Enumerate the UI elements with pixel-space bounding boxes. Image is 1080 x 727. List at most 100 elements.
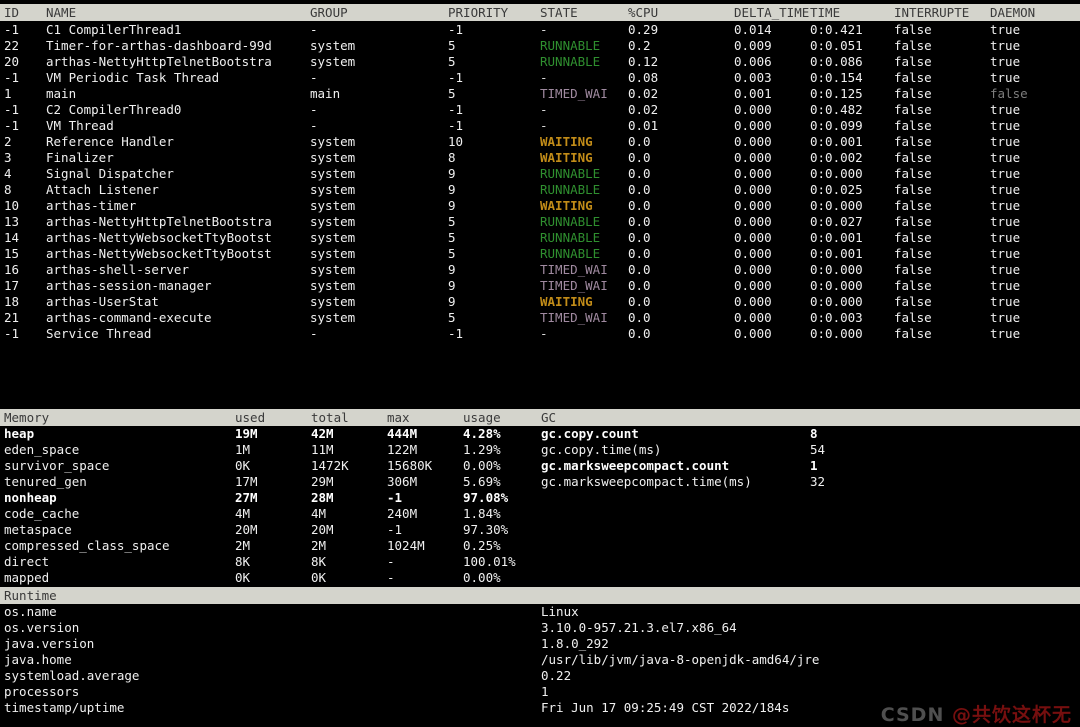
thread-row[interactable]: 8 Attach Listener system 9 RUNNABLE 0.0 0.000 0… <box>0 182 1080 198</box>
thread-cell-cpu: 0.0 <box>628 246 651 261</box>
thread-row[interactable]: 18 arthas-UserStat system 9 WAITING 0.0 0.000 0… <box>0 294 1080 310</box>
thread-row[interactable]: -1 C1 CompilerThread1 - -1 - 0.29 0.014 0:0.421… <box>0 22 1080 38</box>
thread-cell-group: system <box>310 230 356 245</box>
thread-cell-time: 0:0.421 <box>810 22 863 37</box>
memory-cell-total: 28M <box>311 490 334 505</box>
thread-cell-interrupt: false <box>894 198 932 213</box>
thread-cell-delta: 0.000 <box>734 182 772 197</box>
thread-cell-time: 0:0.482 <box>810 102 863 117</box>
thread-row[interactable]: 1 main main 5 TIMED_WAI 0.02 0.001 0:0.125 false… <box>0 86 1080 102</box>
thread-cell-name: Signal Dispatcher <box>46 166 174 181</box>
thread-cell-state: WAITING <box>540 134 593 149</box>
memory-row: eden_space 1M 11M 122M 1.29% gc.copy.time(ms)… <box>0 442 1080 458</box>
thread-cell-time: 0:0.099 <box>810 118 863 133</box>
memory-cell-usage: 1.84% <box>463 506 501 521</box>
thread-row[interactable]: 3 Finalizer system 8 WAITING 0.0 0.000 0:0.002 f… <box>0 150 1080 166</box>
thread-cell-delta: 0.009 <box>734 38 772 53</box>
thread-cell-daemon: true <box>990 246 1021 261</box>
memory-cell-usage: 97.30% <box>463 522 509 537</box>
thread-row[interactable]: 17 arthas-session-manager system 9 TIMED_WAI… <box>0 278 1080 294</box>
memory-col-header-max: max <box>387 410 410 425</box>
thread-row[interactable]: 16 arthas-shell-server system 9 TIMED_WAI 0.0… <box>0 262 1080 278</box>
memory-cell-total: 11M <box>311 442 334 457</box>
thread-row[interactable]: 20 arthas-NettyHttpTelnetBootstra system 5 R… <box>0 54 1080 70</box>
thread-cell-cpu: 0.0 <box>628 166 651 181</box>
csdn-watermark: CSDN @共饮这杯无 <box>881 706 1072 725</box>
thread-cell-daemon: true <box>990 294 1021 309</box>
thread-col-header-interrupt: INTERRUPTE <box>894 5 970 20</box>
thread-cell-state: WAITING <box>540 294 593 309</box>
thread-cell-cpu: 0.0 <box>628 182 651 197</box>
thread-cell-cpu: 0.0 <box>628 262 651 277</box>
thread-cell-id: 14 <box>4 230 20 245</box>
memory-cell-name: heap <box>4 426 35 441</box>
thread-cell-priority: 5 <box>448 246 456 261</box>
thread-cell-time: 0:0.001 <box>810 134 863 149</box>
thread-cell-id: -1 <box>4 70 20 85</box>
thread-row[interactable]: 21 arthas-command-execute system 5 TIMED_WAI… <box>0 310 1080 326</box>
thread-cell-id: 16 <box>4 262 20 277</box>
memory-cell-max: 1024M <box>387 538 425 553</box>
thread-cell-id: -1 <box>4 102 20 117</box>
thread-cell-id: 1 <box>4 86 12 101</box>
thread-cell-delta: 0.000 <box>734 278 772 293</box>
thread-col-header-state: STATE <box>540 5 578 20</box>
thread-cell-name: C1 CompilerThread1 <box>46 22 182 37</box>
thread-row[interactable]: -1 Service Thread - -1 - 0.0 0.000 0:0.000 false… <box>0 326 1080 342</box>
memory-cell-name: direct <box>4 554 50 569</box>
thread-cell-interrupt: false <box>894 118 932 133</box>
runtime-row: os.name Linux <box>0 604 1080 620</box>
thread-cell-state: TIMED_WAI <box>540 278 608 293</box>
thread-cell-time: 0:0.001 <box>810 230 863 245</box>
thread-cell-cpu: 0.01 <box>628 118 659 133</box>
memory-row: compressed_class_space 2M 2M 1024M 0.25% <box>0 538 1080 554</box>
thread-cell-cpu: 0.0 <box>628 134 651 149</box>
thread-cell-state: - <box>540 70 548 85</box>
thread-cell-name: arthas-shell-server <box>46 262 189 277</box>
thread-cell-name: Service Thread <box>46 326 152 341</box>
memory-row: mapped 0K 0K - 0.00% <box>0 570 1080 586</box>
thread-cell-time: 0:0.086 <box>810 54 863 69</box>
memory-cell-max: 240M <box>387 506 418 521</box>
memory-row: heap 19M 42M 444M 4.28% gc.copy.count 8 <box>0 426 1080 442</box>
thread-row[interactable]: 2 Reference Handler system 10 WAITING 0.0 0.00… <box>0 134 1080 150</box>
thread-cell-group: - <box>310 118 318 133</box>
gc-cell-name: gc.copy.count <box>541 426 639 441</box>
thread-cell-interrupt: false <box>894 278 932 293</box>
thread-cell-name: Timer-for-arthas-dashboard-99d <box>46 38 272 53</box>
runtime-row: processors 1 <box>0 684 1080 700</box>
thread-cell-group: system <box>310 262 356 277</box>
thread-cell-priority: 10 <box>448 134 464 149</box>
memory-cell-max: 444M <box>387 426 418 441</box>
thread-row[interactable]: -1 C2 CompilerThread0 - -1 - 0.02 0.000 0:0.482… <box>0 102 1080 118</box>
thread-cell-priority: 5 <box>448 214 456 229</box>
thread-table-header: ID NAME GROUP PRIORITY STATE %CPU DELTA_TIME TI… <box>0 4 1080 21</box>
thread-cell-name: Finalizer <box>46 150 114 165</box>
memory-cell-usage: 0.25% <box>463 538 501 553</box>
thread-cell-priority: -1 <box>448 326 464 341</box>
thread-cell-name: arthas-NettyWebsocketTtyBootst <box>46 246 272 261</box>
memory-col-header-total: total <box>311 410 349 425</box>
runtime-header: Runtime <box>0 587 1080 604</box>
thread-row[interactable]: 4 Signal Dispatcher system 9 RUNNABLE 0.0 0.00… <box>0 166 1080 182</box>
thread-row[interactable]: 14 arthas-NettyWebsocketTtyBootst system 5 R… <box>0 230 1080 246</box>
thread-row[interactable]: 22 Timer-for-arthas-dashboard-99d system 5 R… <box>0 38 1080 54</box>
memory-cell-used: 0K <box>235 458 251 473</box>
thread-cell-time: 0:0.003 <box>810 310 863 325</box>
thread-cell-time: 0:0.000 <box>810 198 863 213</box>
thread-col-header-cpu: %CPU <box>628 5 659 20</box>
thread-cell-cpu: 0.0 <box>628 294 651 309</box>
thread-cell-state: RUNNABLE <box>540 230 601 245</box>
memory-cell-usage: 100.01% <box>463 554 516 569</box>
memory-gc-header: Memory used total max usage GC <box>0 409 1080 426</box>
thread-row[interactable]: 10 arthas-timer system 9 WAITING 0.0 0.000 0:0.… <box>0 198 1080 214</box>
thread-cell-cpu: 0.08 <box>628 70 659 85</box>
thread-cell-priority: 5 <box>448 86 456 101</box>
thread-row[interactable]: 13 arthas-NettyHttpTelnetBootstra system 5 R… <box>0 214 1080 230</box>
thread-cell-id: -1 <box>4 118 20 133</box>
thread-row[interactable]: 15 arthas-NettyWebsocketTtyBootst system 5 R… <box>0 246 1080 262</box>
thread-cell-id: 10 <box>4 198 20 213</box>
thread-row[interactable]: -1 VM Thread - -1 - 0.01 0.000 0:0.099 false true <box>0 118 1080 134</box>
thread-row[interactable]: -1 VM Periodic Task Thread - -1 - 0.08 0.003 0:… <box>0 70 1080 86</box>
memory-gc-section: Memory used total max usage GC heap 19M 42M 444M… <box>0 409 1080 586</box>
